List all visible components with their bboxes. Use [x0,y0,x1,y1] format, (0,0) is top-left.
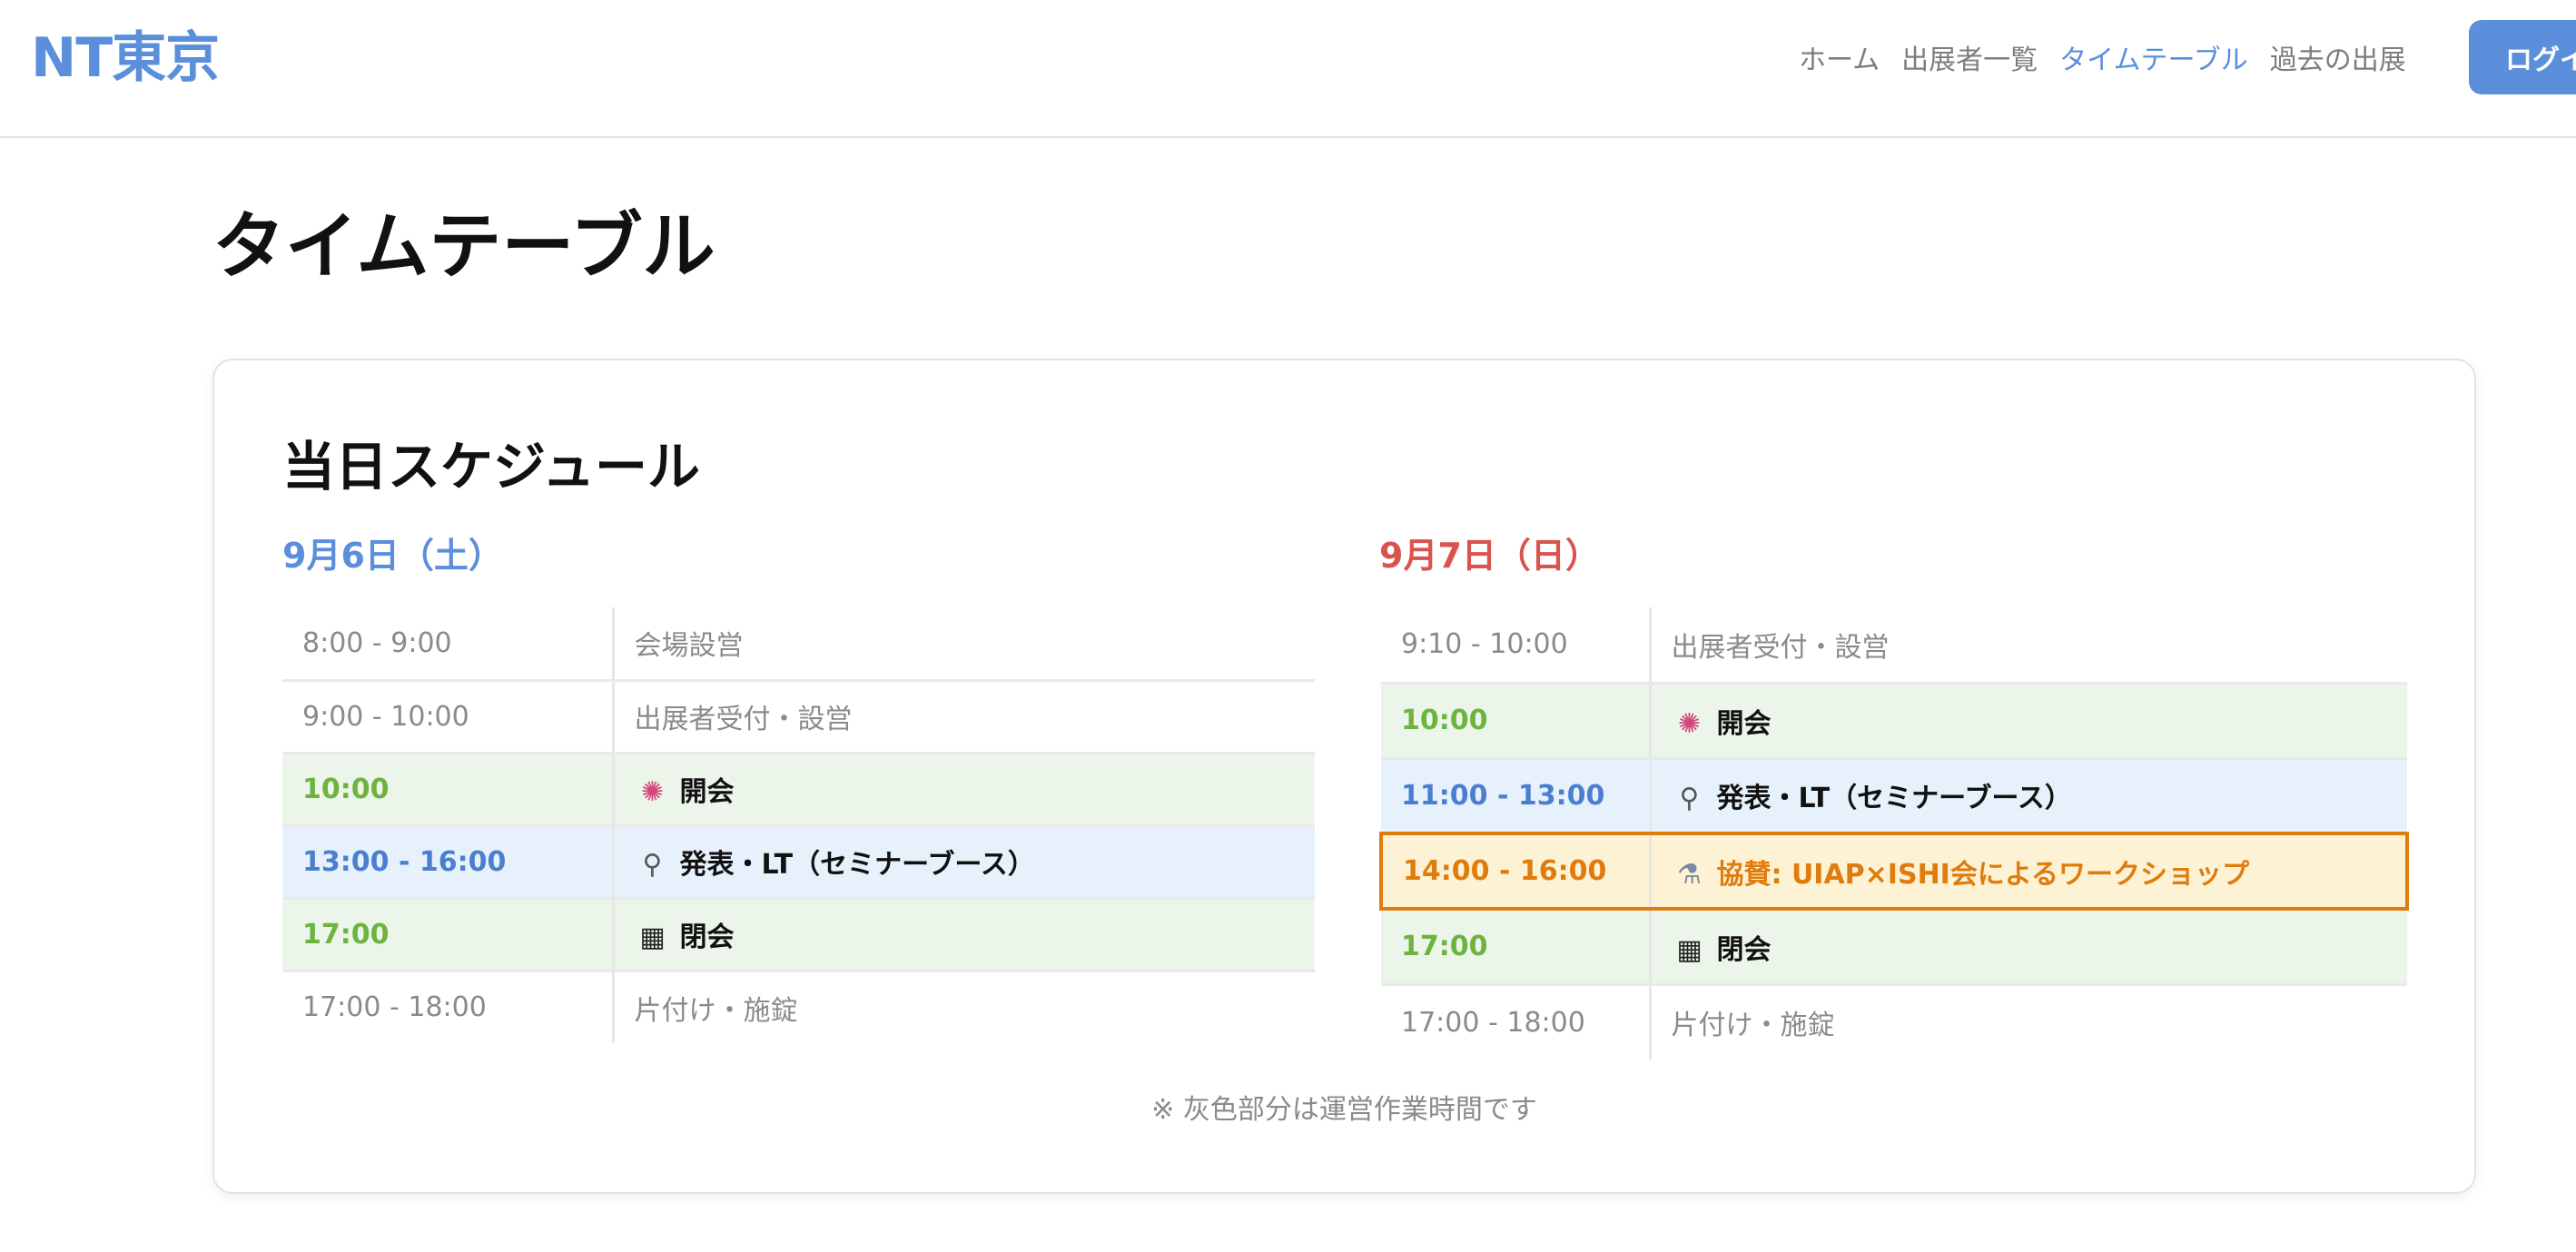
event-label: 協賛: UIAP×ISHI会によるワークショップ [1716,858,2249,891]
event-cell: ⚲ 発表・LT（セミナーブース） [1650,758,2407,835]
schedule-row: 17:00 ▦ 閉会 [282,898,1315,972]
time-cell: 9:10 - 10:00 [1381,607,1652,685]
checkered-flag-icon: ▦ [639,922,666,953]
schedule-row-sponsor: 14:00 - 16:00 ⚗ 協賛: UIAP×ISHI会によるワークショップ [1379,832,2409,911]
event-cell: ⚲ 発表・LT（セミナーブース） [613,825,1315,900]
event-cell: 会場設営 [613,607,1315,682]
party-popper-icon: ✺ [1677,707,1702,740]
day-heading-sat: 9月6日（土） [282,536,503,576]
login-button[interactable]: ログイン [2469,20,2576,94]
time-cell: 14:00 - 16:00 [1379,832,1652,911]
nav-item-exhibitors[interactable]: 出展者一覧 [1901,37,2038,77]
event-label: 出展者受付・設営 [634,704,853,735]
schedule-row: 9:10 - 10:00 出展者受付・設営 [1381,607,2407,685]
nav-item-past-exhibits[interactable]: 過去の出展 [2270,37,2406,77]
event-cell: ▦ 閉会 [613,898,1315,972]
checkered-flag-icon: ▦ [1676,933,1703,966]
schedule-row: 10:00 ✺ 開会 [1381,683,2407,760]
schedule-row: 9:00 - 10:00 出展者受付・設営 [282,680,1315,754]
schedule-row: 17:00 - 18:00 片付け・施錠 [1381,984,2407,1060]
site-header: NT東京 ホーム 出展者一覧 タイムテーブル 過去の出展 ログイン [0,0,2576,138]
schedule-row: 13:00 - 16:00 ⚲ 発表・LT（セミナーブース） [282,825,1315,900]
event-cell: 片付け・施錠 [613,971,1315,1043]
event-label: 開会 [1716,707,1772,740]
event-cell: 出展者受付・設営 [1650,607,2407,685]
event-cell: 片付け・施錠 [1650,984,2407,1060]
schedule-row: 8:00 - 9:00 会場設営 [282,607,1315,682]
time-cell: 11:00 - 13:00 [1381,758,1652,835]
event-label: 閉会 [679,922,735,953]
microscope-icon: ⚗ [1677,858,1702,891]
party-popper-icon: ✺ [640,776,665,808]
schedule-table-sat: 8:00 - 9:00 会場設営 9:00 - 10:00 出展者受付・設営 1… [282,607,1315,1043]
schedule-table-sun: 9:10 - 10:00 出展者受付・設営 10:00 ✺ 開会 11:00 - … [1379,607,2409,1060]
event-label: 開会 [679,776,735,808]
time-cell: 10:00 [1381,683,1652,760]
event-label: 発表・LT（セミナーブース） [679,849,1035,881]
schedule-footnote: ※ 灰色部分は運営作業時間です [1151,1094,1537,1126]
event-cell: ✺ 開会 [1650,683,2407,760]
time-cell: 10:00 [282,753,615,827]
schedule-row: 17:00 - 18:00 片付け・施錠 [282,971,1315,1043]
time-cell: 17:00 - 18:00 [1381,984,1652,1060]
schedule-row: 17:00 ▦ 閉会 [1381,909,2407,986]
nav-item-timetable[interactable]: タイムテーブル [2059,37,2248,77]
microphone-icon: ⚲ [642,849,663,881]
time-cell: 17:00 [1381,909,1652,986]
nav-item-home[interactable]: ホーム [1799,37,1880,77]
event-label: 片付け・施錠 [1671,1010,1835,1042]
time-cell: 13:00 - 16:00 [282,825,615,900]
day-heading-sun: 9月7日（日） [1379,536,1600,576]
schedule-card: 当日スケジュール 9月6日（土） 8:00 - 9:00 会場設営 9:00 -… [212,359,2476,1194]
time-cell: 17:00 - 18:00 [282,971,615,1043]
event-cell: ▦ 閉会 [1650,909,2407,986]
page-title: タイムテーブル [212,204,716,289]
event-label: 閉会 [1716,933,1772,966]
event-label: 発表・LT（セミナーブース） [1716,783,2072,815]
time-cell: 8:00 - 9:00 [282,607,615,682]
schedule-row: 10:00 ✺ 開会 [282,753,1315,827]
main-nav: ホーム 出展者一覧 タイムテーブル 過去の出展 [1799,35,2428,80]
event-label: 片付け・施錠 [634,994,798,1027]
event-label: 出展者受付・設営 [1671,631,1890,664]
event-cell: ⚗ 協賛: UIAP×ISHI会によるワークショップ [1650,832,2409,911]
event-label: 会場設営 [634,630,744,663]
event-cell: ✺ 開会 [613,753,1315,827]
site-logo[interactable]: NT東京 [31,25,220,91]
schedule-title: 当日スケジュール [282,436,700,498]
event-cell: 出展者受付・設営 [613,680,1315,754]
time-cell: 9:00 - 10:00 [282,680,615,754]
time-cell: 17:00 [282,898,615,972]
schedule-row: 11:00 - 13:00 ⚲ 発表・LT（セミナーブース） [1381,758,2407,835]
microphone-icon: ⚲ [1679,783,1700,815]
